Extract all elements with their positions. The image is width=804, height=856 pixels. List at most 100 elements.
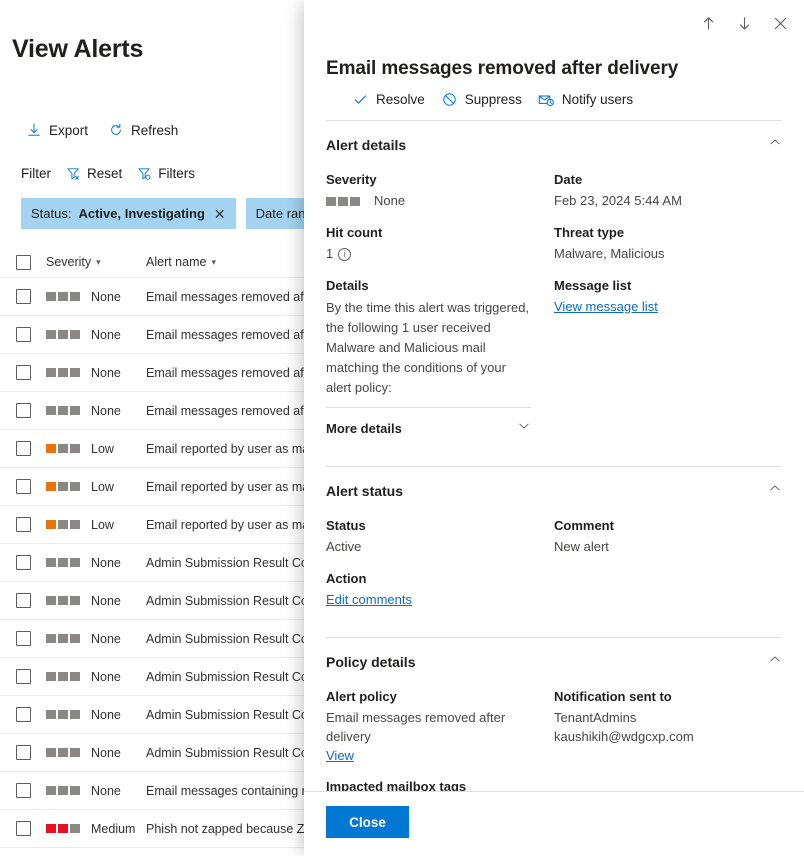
row-select-cell[interactable]: [0, 555, 46, 570]
close-icon[interactable]: [764, 7, 796, 39]
flyout-topbar: [304, 0, 804, 46]
row-select-cell[interactable]: [0, 745, 46, 760]
filter-pill-status[interactable]: Status: Active, Investigating ✕: [21, 198, 236, 229]
severity-value: None: [374, 193, 406, 208]
resolve-button[interactable]: Resolve: [352, 91, 425, 108]
row-checkbox[interactable]: [15, 821, 31, 836]
row-select-cell[interactable]: [0, 669, 46, 684]
row-severity-cell: None: [46, 708, 146, 722]
row-checkbox[interactable]: [15, 669, 31, 684]
notify-users-button[interactable]: Notify users: [538, 91, 633, 108]
row-checkbox[interactable]: [15, 593, 31, 608]
severity-bar: [338, 196, 348, 206]
row-select-cell[interactable]: [0, 593, 46, 608]
row-checkbox[interactable]: [15, 441, 31, 456]
row-select-cell[interactable]: [0, 289, 46, 304]
row-checkbox[interactable]: [15, 403, 31, 418]
row-checkbox[interactable]: [15, 631, 31, 646]
column-header-alert-name-label: Alert name: [146, 255, 207, 269]
severity-label: None: [91, 365, 121, 380]
row-checkbox[interactable]: [15, 707, 31, 722]
info-icon[interactable]: i: [338, 247, 352, 261]
next-alert-button[interactable]: [728, 7, 760, 39]
refresh-button[interactable]: Refresh: [108, 122, 178, 138]
row-checkbox[interactable]: [15, 745, 31, 760]
select-all-cell[interactable]: [0, 254, 46, 270]
severity-bar: [70, 672, 80, 681]
row-select-cell[interactable]: [0, 441, 46, 456]
row-select-cell[interactable]: [0, 707, 46, 722]
severity-bar: [70, 482, 80, 491]
active-filter-pills: Status: Active, Investigating ✕ Date ran…: [21, 198, 334, 229]
section-policy-details-header[interactable]: Policy details: [326, 652, 782, 671]
chevron-up-icon[interactable]: [768, 135, 782, 154]
row-severity-cell: None: [46, 328, 146, 342]
previous-alert-button[interactable]: [692, 7, 724, 39]
close-button[interactable]: Close: [326, 806, 409, 838]
severity-bar: [350, 196, 360, 206]
row-select-cell[interactable]: [0, 821, 46, 836]
reset-filters-button[interactable]: Reset: [65, 165, 122, 181]
row-checkbox[interactable]: [15, 517, 31, 532]
severity-bars: [46, 748, 86, 757]
row-select-cell[interactable]: [0, 479, 46, 494]
pill-value: Active, Investigating: [78, 206, 205, 221]
select-all-checkbox[interactable]: [15, 254, 31, 270]
download-icon: [26, 122, 42, 138]
severity-bar: [70, 634, 80, 643]
view-message-list-link[interactable]: View message list: [554, 299, 658, 314]
severity-bars: [46, 482, 86, 491]
filters-button[interactable]: Filters: [136, 165, 195, 181]
row-checkbox[interactable]: [15, 289, 31, 304]
close-icon[interactable]: ✕: [214, 207, 226, 221]
field-label: Status: [326, 518, 366, 534]
row-select-cell[interactable]: [0, 365, 46, 380]
row-select-cell[interactable]: [0, 327, 46, 342]
severity-bar: [46, 558, 56, 567]
more-details-toggle[interactable]: More details: [326, 407, 531, 438]
row-select-cell[interactable]: [0, 631, 46, 646]
severity-bar: [326, 196, 336, 206]
row-severity-cell: None: [46, 290, 146, 304]
severity-bar: [70, 748, 80, 757]
severity-bar: [58, 520, 68, 529]
field-value: kaushikih@wdgcxp.com: [554, 729, 694, 745]
severity-bar: [58, 672, 68, 681]
row-checkbox[interactable]: [15, 365, 31, 380]
severity-label: None: [91, 403, 121, 418]
edit-comments-link[interactable]: Edit comments: [326, 592, 412, 607]
row-select-cell[interactable]: [0, 783, 46, 798]
row-checkbox[interactable]: [15, 783, 31, 798]
severity-bar: [58, 444, 68, 453]
view-policy-link[interactable]: View: [326, 748, 354, 763]
column-header-severity[interactable]: Severity ▾: [46, 255, 146, 269]
severity-label: None: [91, 745, 121, 760]
row-checkbox[interactable]: [15, 555, 31, 570]
section-alert-status-header[interactable]: Alert status: [326, 481, 782, 500]
severity-label: Low: [91, 479, 114, 494]
chevron-up-icon[interactable]: [768, 652, 782, 671]
row-checkbox[interactable]: [15, 479, 31, 494]
severity-bar: [70, 330, 80, 339]
field-status: Status Active: [326, 518, 536, 557]
severity-bars: [46, 292, 86, 301]
row-checkbox[interactable]: [15, 327, 31, 342]
export-button[interactable]: Export: [26, 122, 88, 138]
chevron-up-icon[interactable]: [768, 481, 782, 500]
row-severity-cell: None: [46, 404, 146, 418]
severity-bar: [46, 824, 56, 833]
severity-bars: [46, 596, 86, 605]
chevron-down-icon: ▾: [96, 256, 101, 267]
row-select-cell[interactable]: [0, 517, 46, 532]
row-select-cell[interactable]: [0, 403, 46, 418]
severity-label: None: [91, 669, 121, 684]
command-bar: Export Refresh: [26, 122, 178, 138]
field-label: Alert policy: [326, 689, 397, 705]
field-value: Feb 23, 2024 5:44 AM: [554, 193, 682, 208]
export-label: Export: [49, 122, 89, 138]
row-severity-cell: Medium: [46, 822, 146, 836]
section-title: Policy details: [326, 653, 416, 670]
suppress-button[interactable]: Suppress: [441, 91, 522, 108]
severity-bar: [58, 710, 68, 719]
section-alert-details-header[interactable]: Alert details: [326, 135, 782, 154]
